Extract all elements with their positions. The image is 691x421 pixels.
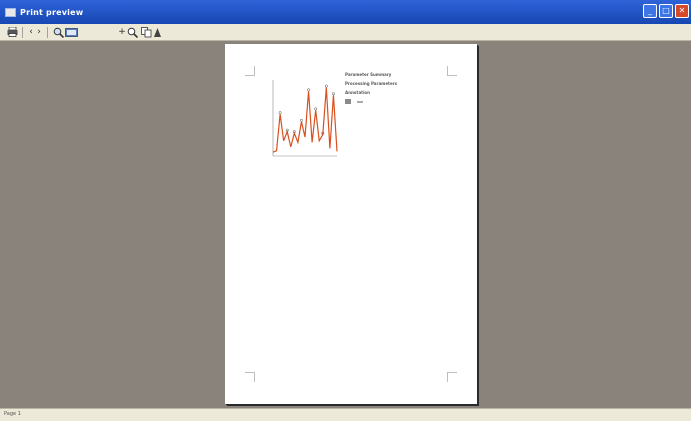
magnifier-icon (127, 27, 138, 38)
app-icon (5, 7, 16, 17)
page-view-icon (64, 27, 78, 37)
zoom-tool-button[interactable] (126, 26, 138, 38)
title-bar: Print preview _ □ ✕ (0, 0, 691, 24)
report-action-row (345, 99, 460, 104)
close-button[interactable]: ✕ (675, 4, 689, 18)
zoom-button[interactable] (52, 26, 64, 38)
chromatogram-chart (272, 80, 338, 157)
crop-mark (245, 66, 255, 76)
peak-marker (324, 84, 328, 88)
status-text: Page 1 (4, 411, 21, 417)
action-button (357, 100, 363, 103)
toolbar: ‹ › + (0, 24, 691, 41)
peak-marker (278, 111, 282, 115)
peak-marker (314, 107, 318, 111)
peak-marker (331, 92, 335, 96)
magnifier-icon (53, 27, 64, 38)
status-bar: Page 1 (0, 408, 691, 421)
flag-icon (345, 99, 351, 104)
export-button[interactable] (152, 26, 162, 38)
peak-marker (299, 118, 303, 122)
window-title: Print preview (20, 7, 84, 17)
series-line (272, 87, 338, 153)
peak-marker (307, 88, 311, 92)
printer-icon (7, 27, 17, 37)
export-icon (153, 27, 161, 37)
view-mode-button[interactable] (64, 26, 78, 38)
report-text: Parameter Summary Processing Parameters … (345, 72, 460, 104)
maximize-button[interactable]: □ (659, 4, 673, 18)
copy-icon (140, 26, 151, 37)
crop-mark (245, 372, 255, 382)
print-button[interactable] (6, 26, 18, 38)
preview-page: Parameter Summary Processing Parameters … (225, 44, 477, 404)
zoom-in-button[interactable]: + (118, 26, 126, 38)
toolbar-separator (47, 26, 48, 38)
minimize-button[interactable]: _ (643, 4, 657, 18)
crop-mark (447, 372, 457, 382)
window-controls: _ □ ✕ (643, 4, 689, 18)
page-back-button[interactable]: ‹ (27, 26, 35, 38)
page-forward-button[interactable]: › (35, 26, 43, 38)
toolbar-separator (22, 26, 23, 38)
copy-button[interactable] (140, 26, 152, 38)
section-heading: Annotation (345, 90, 371, 95)
